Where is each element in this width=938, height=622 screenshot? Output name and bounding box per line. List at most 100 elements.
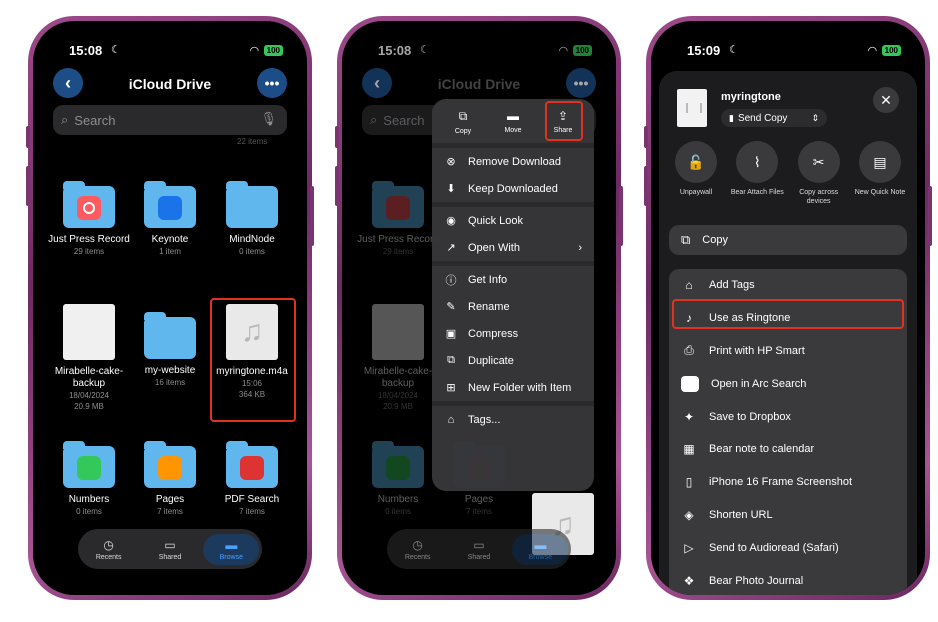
quick-note-icon: ▤ [858,141,901,183]
app-new-quick-note[interactable]: ▤ New Quick Note [851,141,909,206]
document-icon: ▮ [729,112,734,123]
moon-icon: ☾ [729,44,739,56]
folder-icon [226,441,278,488]
navigation-bar: ‹ iCloud Drive ••• [33,68,307,102]
more-button[interactable]: ••• [257,68,287,98]
tag-icon: ⌂ [447,413,455,426]
tab-recents[interactable]: ◷ Recents [81,534,137,565]
action-print-hp[interactable]: ⎙ Print with HP Smart [669,335,907,368]
menu-item-new-folder[interactable]: ⊞ New Folder with Item [432,374,594,401]
app-actions-row: 🔓 Unpaywall ⌇ Bear Attach Files ✂ Copy acro… [667,141,909,206]
grid-item[interactable]: Pages 7 items [129,441,211,517]
info-icon: ⓘ [445,274,457,287]
tab-bar: ◷ Recents ▭ Shared ▬ Browse [78,529,262,569]
highlight-box [545,101,583,141]
battery-icon: 100 [881,45,901,56]
phone-icon: ▯ [685,475,693,490]
menu-item-compress[interactable]: ▣ Compress [432,320,594,347]
paperclip-icon: ⌇ [736,141,779,183]
shared-folder-icon: ▭ [473,537,485,552]
play-circle-icon: ▷ [684,540,694,555]
menu-item-remove-download[interactable]: ⊗ Remove Download [432,148,594,175]
arc-icon [681,375,699,392]
action-open-arc[interactable]: Open in Arc Search [669,367,907,400]
pencil-icon: ✎ [446,301,456,313]
phone-frame-3: 15:09 ☾ ◠ 100 myringtone ▮ Send Copy ⇕ ✕… [644,16,932,600]
file-title: myringtone [721,91,781,103]
phone-frame-1: 15:08 ☾ ◠ 100 ‹ iCloud Drive ••• ⌕ Searc… [26,16,314,600]
action-bear-photo-journal[interactable]: ❖ Bear Photo Journal [669,564,907,595]
app-bear-attach[interactable]: ⌇ Bear Attach Files [728,141,786,206]
screen-3: 15:09 ☾ ◠ 100 myringtone ▮ Send Copy ⇕ ✕… [651,21,925,595]
grid-item[interactable]: PDF Search 7 items [211,441,293,517]
copy-icon: ⧉ [681,232,691,247]
action-audioread[interactable]: ▷ Send to Audioread (Safari) [669,531,907,564]
context-menu: ⧉ Copy ▬ Move ⇪ Share ⊗ Remove Download ⬇ Kee… [432,99,594,491]
grid-item[interactable]: Mirabelle-cake-backup 18/04/2024 20.9 MB [48,304,130,412]
folder-icon: ▬ [507,109,519,123]
action-bear-calendar[interactable]: ▦ Bear note to calendar [669,433,907,466]
tab-browse[interactable]: ▬ Browse [512,533,569,565]
printer-icon: ⎙ [684,343,694,358]
app-unpaywall[interactable]: 🔓 Unpaywall [667,141,725,206]
microphone-icon[interactable]: 🎙 [260,111,277,127]
move-action[interactable]: ▬ Move [495,109,531,135]
action-frame-screenshot[interactable]: ▯ iPhone 16 Frame Screenshot [669,466,907,499]
action-shorten-url[interactable]: ◈ Shorten URL [669,499,907,532]
action-add-tags[interactable]: ⌂ Add Tags [669,269,907,302]
search-placeholder: Search [74,112,116,128]
status-bar: 15:09 ☾ ◠ 100 [651,43,925,59]
grid-item[interactable]: MindNode 0 items [211,181,293,257]
grid-item[interactable]: Numbers 0 items [48,441,130,517]
close-button[interactable]: ✕ [873,87,899,113]
menu-item-duplicate[interactable]: ⧉ Duplicate [432,347,594,374]
shared-folder-icon: ▭ [164,537,176,552]
phone-frame-2: 15:08 ☾ ◠ 100 ‹ iCloud Drive ••• ⌕ Searc… [335,16,623,600]
action-save-dropbox[interactable]: ✦ Save to Dropbox [669,400,907,433]
folder-icon: ▬ [225,537,238,552]
tab-shared[interactable]: ▭ Shared [142,534,198,565]
duplicate-icon: ⧉ [447,354,455,366]
search-icon: ⌕ [61,112,69,127]
menu-item-open-with[interactable]: ↗ Open With › [432,234,594,261]
menu-item-rename[interactable]: ✎ Rename [432,293,594,320]
calendar-icon: ▦ [683,442,695,457]
archive-icon: ▣ [445,328,457,340]
folder-icon: ▬ [534,537,547,552]
grid-item[interactable]: Keynote 1 item [129,181,211,257]
tab-browse[interactable]: ▬ Browse [203,533,260,565]
copy-action[interactable]: ⧉ Copy [445,109,481,135]
battery-icon: 100 [263,45,283,56]
clock-icon: ◷ [412,537,423,552]
search-bar[interactable]: ⌕ Search 🎙 [53,105,287,135]
menu-item-get-info[interactable]: ⓘ Get Info [432,266,594,293]
folder-icon [144,312,196,359]
open-with-icon: ↗ [446,242,456,254]
compass-icon: ◈ [684,507,694,522]
grid-item[interactable]: Just Press Record 29 items [48,181,130,257]
menu-item-keep-downloaded[interactable]: ⬇ Keep Downloaded [432,175,594,202]
audio-file-icon [677,89,707,127]
copy-button[interactable]: ⧉ Copy [669,225,907,255]
menu-item-quick-look[interactable]: ◉ Quick Look [432,207,594,234]
chevron-updown-icon: ⇕ [811,112,819,123]
folder-icon [226,181,278,228]
tab-shared[interactable]: ▭ Shared [451,534,507,565]
copy-icon: ⧉ [458,109,468,123]
tab-bar: ◷ Recents ▭ Shared ▬ Browse [387,529,571,569]
send-option-select[interactable]: ▮ Send Copy ⇕ [721,109,827,127]
folder-plus-icon: ⊞ [446,382,456,394]
document-icon [63,304,115,360]
grid-item[interactable]: my-website 16 items [129,312,211,388]
app-copy-across[interactable]: ✂ Copy across devices [790,141,848,206]
folder-icon [144,181,196,228]
ghost-item-count: 22 items [237,137,268,146]
tab-recents[interactable]: ◷ Recents [390,534,446,565]
tag-icon: ⌂ [685,278,693,293]
folder-icon [63,441,115,488]
highlight-box [210,298,296,422]
share-header: myringtone ▮ Send Copy ⇕ ✕ [677,87,899,129]
folder-icon [144,441,196,488]
status-time: 15:08 [69,43,103,58]
menu-item-tags[interactable]: ⌂ Tags... [432,406,594,433]
